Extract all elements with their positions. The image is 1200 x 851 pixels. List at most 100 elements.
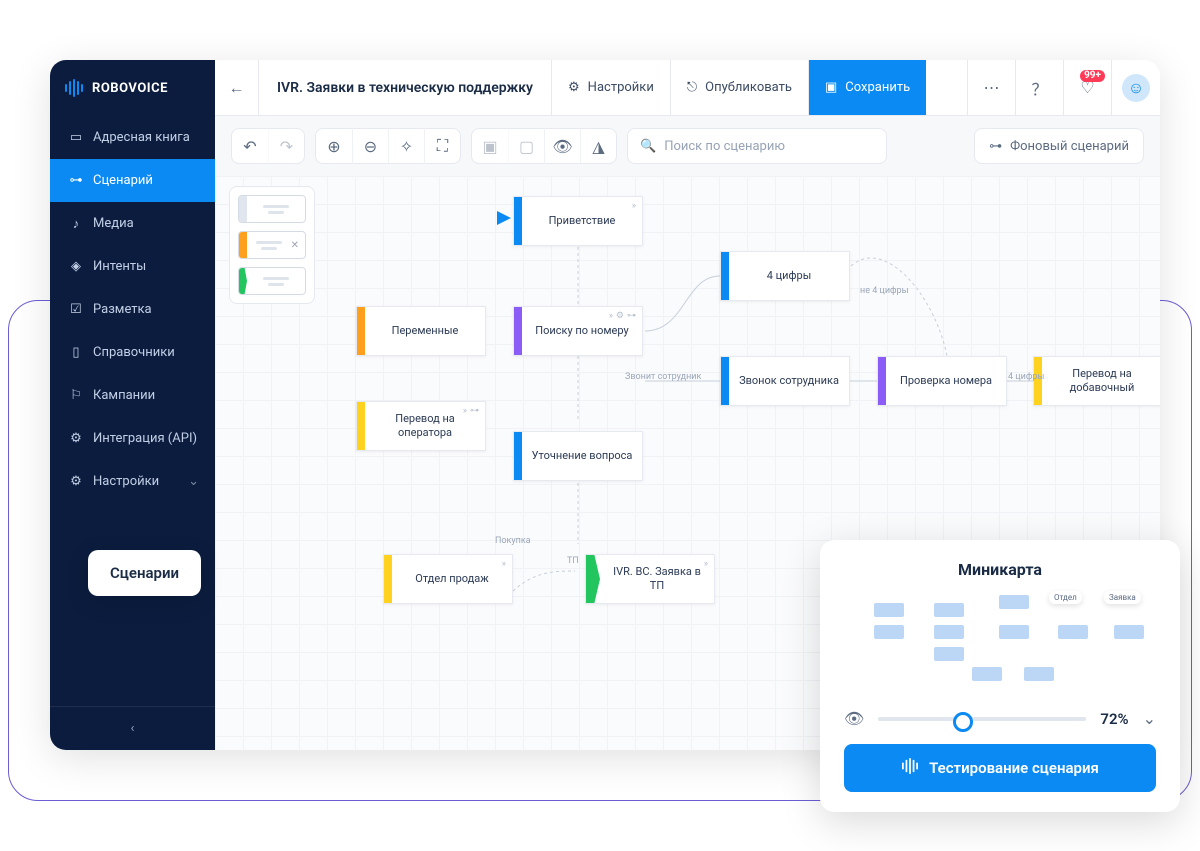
paint-button[interactable]: ◮ bbox=[580, 128, 616, 164]
profile-button[interactable]: ☺ bbox=[1112, 60, 1160, 115]
avatar-icon: ☺ bbox=[1122, 74, 1150, 102]
expand-icon: » bbox=[704, 559, 708, 569]
sidebar-item-settings[interactable]: ⚙ Настройки ⌄ bbox=[50, 460, 215, 503]
flow-icon: ⊶ bbox=[627, 311, 636, 321]
zoom-group: ⊕ ⊖ ✧ ⛶ bbox=[315, 128, 461, 164]
sidebar-item-references[interactable]: ▯ Справочники bbox=[50, 331, 215, 374]
node-transfer-ext[interactable]: Перевод на добавочный bbox=[1033, 356, 1160, 406]
sidebar-item-label: Интеграция (API) bbox=[93, 431, 197, 446]
eye-off-icon[interactable]: 👁 bbox=[844, 709, 864, 728]
settings-label: Настройки bbox=[588, 80, 654, 95]
edge-label: ТП bbox=[567, 556, 579, 566]
zoom-fit-button[interactable]: ✧ bbox=[388, 128, 424, 164]
flag-icon: ⚐ bbox=[69, 389, 83, 403]
sidebar-item-label: Адресная книга bbox=[93, 130, 190, 145]
sidebar-item-api[interactable]: ⚙ Интеграция (API) bbox=[50, 417, 215, 460]
node-greeting[interactable]: Приветствие » bbox=[513, 196, 643, 246]
notifications-button[interactable]: ♡ 99+ bbox=[1064, 60, 1112, 115]
sidebar-item-label: Настройки bbox=[93, 474, 159, 489]
palette-block-subscenario[interactable] bbox=[238, 267, 306, 295]
sidebar-item-label: Медиа bbox=[93, 216, 134, 231]
address-book-icon: ▭ bbox=[69, 131, 83, 145]
notification-badge: 99+ bbox=[1080, 70, 1105, 82]
layer-group: ▣ ▢ 👁 ◮ bbox=[471, 128, 617, 164]
test-scenario-button[interactable]: Тестирование сценария bbox=[844, 744, 1156, 792]
save-button[interactable]: ▣ Сохранить bbox=[809, 60, 926, 115]
node-title: Звонок сотрудника bbox=[739, 374, 839, 388]
node-search-number[interactable]: Поиску по номеру »⚙⊶ bbox=[513, 306, 643, 356]
sidebar-item-scenario[interactable]: ⊶ Сценарий bbox=[50, 159, 215, 202]
sidebar-item-label: Сценарий bbox=[93, 173, 153, 188]
node-transfer-operator[interactable]: Перевод на оператора »⊶ bbox=[356, 401, 486, 451]
node-sales[interactable]: Отдел продаж » bbox=[383, 554, 513, 604]
save-icon: ▣ bbox=[825, 80, 837, 95]
node-four-digits[interactable]: 4 цифры bbox=[720, 251, 850, 301]
node-staff-call[interactable]: Звонок сотрудника bbox=[720, 356, 850, 406]
document-icon: ▯ bbox=[69, 346, 83, 360]
node-title: Приветствие bbox=[549, 214, 616, 228]
flow-icon: ⊶ bbox=[69, 174, 83, 188]
node-title: IVR. ВС. Заявка в ТП bbox=[606, 565, 708, 593]
paste-button[interactable]: ▢ bbox=[508, 128, 544, 164]
node-application-tp[interactable]: IVR. ВС. Заявка в ТП » bbox=[585, 554, 715, 604]
undo-redo-group: ↶ ↷ bbox=[231, 128, 305, 164]
target-icon: ◈ bbox=[69, 260, 83, 274]
api-icon: ⚙ bbox=[69, 432, 83, 446]
topbar: ← IVR. Заявки в техническую поддержку ⚙ … bbox=[215, 60, 1160, 116]
zoom-out-button[interactable]: ⊖ bbox=[352, 128, 388, 164]
undo-button[interactable]: ↶ bbox=[232, 128, 268, 164]
more-menu-button[interactable]: ⋯ bbox=[968, 60, 1016, 115]
sidebar-item-media[interactable]: ♪ Медиа bbox=[50, 202, 215, 245]
gear-icon: ⚙ bbox=[69, 475, 83, 489]
flow-icon: ⊶ bbox=[989, 139, 1002, 154]
bg-scenario-label: Фоновый сценарий bbox=[1010, 139, 1129, 154]
minimap-title: Миникарта bbox=[844, 560, 1156, 579]
sidebar-item-address-book[interactable]: ▭ Адресная книга bbox=[50, 116, 215, 159]
node-title: Поиску по номеру bbox=[535, 324, 628, 338]
help-button[interactable]: ？ bbox=[1016, 60, 1064, 115]
gear-icon: ⚙ bbox=[616, 311, 624, 321]
copy-button[interactable]: ▣ bbox=[472, 128, 508, 164]
scenario-search[interactable]: 🔍 Поиск по сценарию bbox=[627, 128, 887, 164]
sidebar: ROBOVOICE ▭ Адресная книга ⊶ Сценарий ♪ … bbox=[50, 60, 215, 750]
close-icon: ✕ bbox=[291, 240, 299, 251]
palette-block-basic[interactable] bbox=[238, 195, 306, 223]
minimap-canvas[interactable]: Отдел Заявка bbox=[844, 595, 1156, 691]
start-marker-icon bbox=[497, 211, 511, 225]
zoom-in-button[interactable]: ⊕ bbox=[316, 128, 352, 164]
scenarios-tooltip: Сценарии bbox=[88, 550, 201, 596]
edge-label: 4 цифры bbox=[1008, 372, 1044, 382]
chevron-down-icon[interactable]: ⌄ bbox=[1143, 709, 1156, 728]
expand-icon: » bbox=[609, 311, 613, 321]
canvas-toolbar: ↶ ↷ ⊕ ⊖ ✧ ⛶ ▣ ▢ 👁 ◮ 🔍 Поиск по сценарию bbox=[215, 116, 1160, 176]
sidebar-item-campaigns[interactable]: ⚐ Кампании bbox=[50, 374, 215, 417]
search-icon: 🔍 bbox=[640, 139, 656, 154]
node-variables[interactable]: Переменные bbox=[356, 306, 486, 356]
expand-icon: » bbox=[463, 406, 467, 416]
settings-button[interactable]: ⚙ Настройки bbox=[552, 60, 671, 115]
node-title: Уточнение вопроса bbox=[532, 449, 633, 463]
brand: ROBOVOICE bbox=[50, 60, 215, 116]
sidebar-item-label: Справочники bbox=[93, 345, 175, 360]
brand-name: ROBOVOICE bbox=[92, 81, 168, 96]
back-button[interactable]: ← bbox=[215, 60, 259, 115]
visibility-button[interactable]: 👁 bbox=[544, 128, 580, 164]
palette-block-action[interactable]: ✕ bbox=[238, 231, 306, 259]
sidebar-item-intents[interactable]: ◈ Интенты bbox=[50, 245, 215, 288]
sidebar-item-markup[interactable]: ☑ Разметка bbox=[50, 288, 215, 331]
background-scenario-button[interactable]: ⊶ Фоновый сценарий bbox=[974, 128, 1144, 164]
fullscreen-button[interactable]: ⛶ bbox=[424, 128, 460, 164]
redo-button[interactable]: ↷ bbox=[268, 128, 304, 164]
publish-button[interactable]: ⎋ Опубликовать bbox=[671, 60, 809, 115]
edge-label: Покупка bbox=[495, 536, 531, 546]
checkbox-icon: ☑ bbox=[69, 303, 83, 317]
collapse-sidebar-button[interactable]: ‹ bbox=[50, 706, 215, 750]
gear-icon: ⚙ bbox=[568, 80, 580, 95]
zoom-slider[interactable] bbox=[878, 717, 1086, 721]
chevron-down-icon: ⌄ bbox=[188, 474, 199, 489]
expand-icon: » bbox=[502, 559, 506, 569]
sidebar-item-label: Разметка bbox=[93, 302, 152, 317]
zoom-percent: 72% bbox=[1100, 710, 1128, 728]
node-clarify[interactable]: Уточнение вопроса bbox=[513, 431, 643, 481]
node-check-number[interactable]: Проверка номера bbox=[877, 356, 1007, 406]
